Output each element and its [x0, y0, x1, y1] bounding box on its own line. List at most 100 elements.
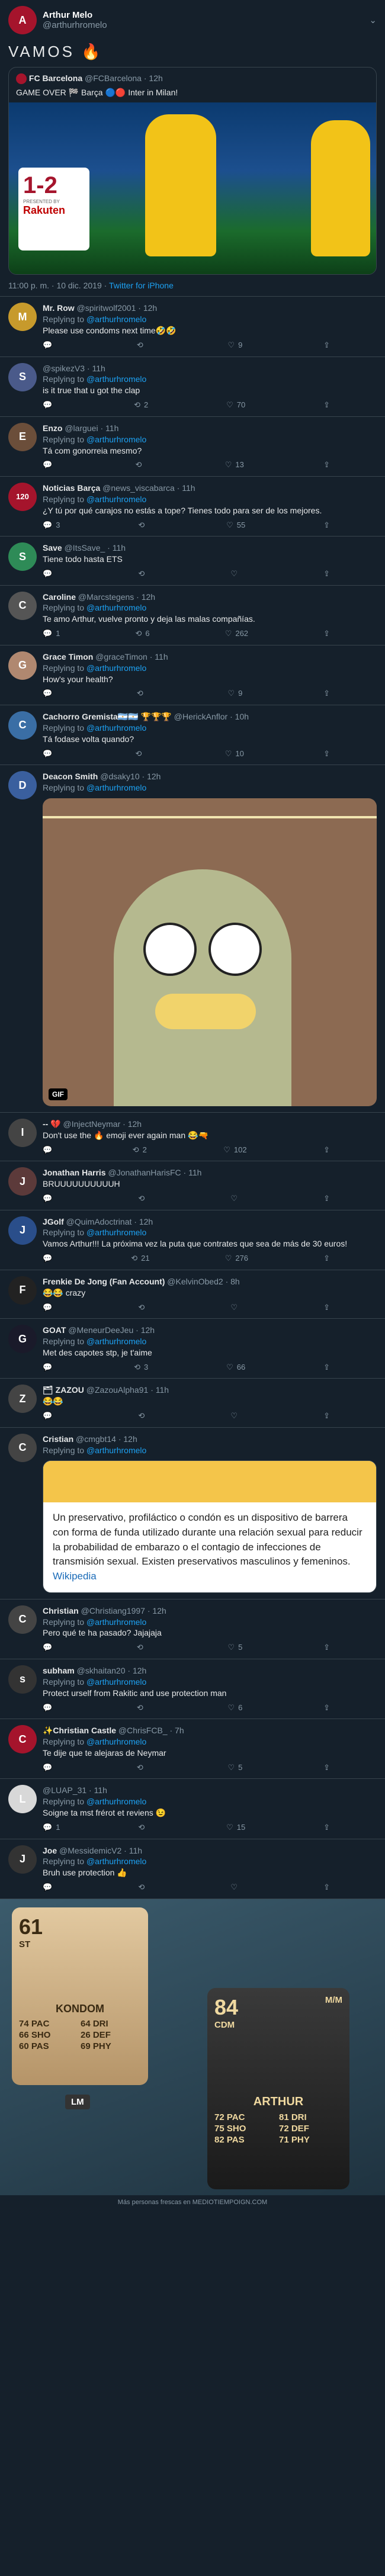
reply-author-name[interactable]: Deacon Smith	[43, 772, 98, 781]
avatar[interactable]: I	[8, 1118, 37, 1147]
share-button[interactable]: ⇪	[323, 749, 330, 759]
avatar[interactable]: D	[8, 771, 37, 800]
mention-link[interactable]: @arthurhromelo	[86, 663, 146, 673]
reply-button[interactable]: 💬	[43, 1642, 56, 1653]
reply-author-name[interactable]: ✨Christian Castle	[43, 1726, 116, 1735]
share-button[interactable]: ⇪	[323, 628, 330, 639]
reply-author-name[interactable]: JGolf	[43, 1217, 64, 1226]
retweet-button[interactable]: ⟲	[138, 1882, 148, 1893]
reply-author-handle[interactable]: @KelvinObed2	[167, 1277, 223, 1286]
mention-link[interactable]: @arthurhromelo	[86, 1677, 146, 1687]
mention-link[interactable]: @arthurhromelo	[86, 374, 146, 384]
reply-button[interactable]: 💬 3	[43, 520, 60, 531]
avatar[interactable]: G	[8, 1325, 37, 1354]
reply-author-name[interactable]: Mr. Row	[43, 303, 75, 313]
mention-link[interactable]: @arthurhromelo	[86, 494, 146, 504]
avatar[interactable]: J	[8, 1167, 37, 1196]
like-button[interactable]: ♡ 70	[226, 400, 245, 410]
reply-author-handle[interactable]: @InjectNeymar	[63, 1119, 121, 1129]
share-button[interactable]: ⇪	[323, 1762, 330, 1773]
retweet-button[interactable]: ⟲ 2	[133, 1145, 147, 1155]
share-button[interactable]: ⇪	[323, 1253, 330, 1264]
reply-author-handle[interactable]: @dsaky10	[100, 772, 139, 781]
avatar[interactable]: C	[8, 1433, 37, 1462]
reply-button[interactable]: 💬	[43, 749, 56, 759]
avatar[interactable]: M	[8, 303, 37, 332]
wikipedia-card[interactable]: Un preservativo, profiláctico o condón e…	[43, 1460, 377, 1593]
reply-author-handle[interactable]: @graceTimon	[95, 652, 147, 661]
reply-button[interactable]: 💬	[43, 1253, 56, 1264]
reply-author-handle[interactable]: @spiritwolf2001	[77, 303, 136, 313]
retweet-button[interactable]: ⟲	[138, 520, 148, 531]
reply-button[interactable]: 💬	[43, 1882, 56, 1893]
share-button[interactable]: ⇪	[323, 568, 330, 579]
reply-button[interactable]: 💬	[43, 1193, 56, 1204]
reply-button[interactable]: 💬 1	[43, 628, 60, 639]
avatar[interactable]: C	[8, 1725, 37, 1754]
mention-link[interactable]: @arthurhromelo	[86, 435, 146, 444]
reply-author-handle[interactable]: @ChrisFCB_	[118, 1726, 168, 1735]
reply-button[interactable]: 💬	[43, 1703, 56, 1713]
share-button[interactable]: ⇪	[323, 1362, 330, 1373]
reply-author-handle[interactable]: @skhaitan20	[77, 1666, 126, 1675]
share-button[interactable]: ⇪	[323, 400, 330, 410]
share-button[interactable]: ⇪	[323, 1193, 330, 1204]
share-button[interactable]: ⇪	[323, 460, 330, 470]
retweet-button[interactable]: ⟲ 3	[134, 1362, 148, 1373]
reply-button[interactable]: 💬	[43, 1362, 56, 1373]
reply-button[interactable]: 💬	[43, 340, 56, 351]
reply-author-name[interactable]: Noticias Barça	[43, 483, 100, 493]
avatar[interactable]: J	[8, 1845, 37, 1874]
reply-author-handle[interactable]: @MessidemicV2	[59, 1846, 121, 1855]
reply-author-handle[interactable]: @HerickAnflor	[174, 712, 227, 721]
reply-author-handle[interactable]: @QuimAdoctrinat	[66, 1217, 132, 1226]
retweet-button[interactable]: ⟲ 2	[134, 400, 148, 410]
avatar[interactable]: E	[8, 422, 37, 451]
avatar[interactable]: C	[8, 711, 37, 740]
retweet-button[interactable]: ⟲ 21	[131, 1253, 149, 1264]
like-button[interactable]: ♡	[230, 1193, 241, 1204]
mention-link[interactable]: @arthurhromelo	[86, 1617, 146, 1627]
share-button[interactable]: ⇪	[323, 340, 330, 351]
reply-button[interactable]: 💬	[43, 460, 56, 470]
mention-link[interactable]: @arthurhromelo	[86, 1737, 146, 1746]
chevron-down-icon[interactable]: ⌄	[369, 15, 377, 25]
like-button[interactable]: ♡ 10	[225, 749, 244, 759]
reply-author-name[interactable]: Cachorro Gremista🇦🇷🇦🇷 🏆🏆🏆	[43, 712, 172, 721]
share-button[interactable]: ⇪	[323, 520, 330, 531]
reply-author-handle[interactable]: @ItsSave_	[65, 543, 105, 553]
reply-author-name[interactable]: Grace Timon	[43, 652, 93, 661]
reply-author-name[interactable]: Christian	[43, 1606, 79, 1615]
retweet-button[interactable]: ⟲	[137, 340, 147, 351]
share-button[interactable]: ⇪	[323, 1642, 330, 1653]
reply-author-name[interactable]: GOAT	[43, 1325, 66, 1335]
retweet-button[interactable]: ⟲	[137, 1762, 147, 1773]
reply-button[interactable]: 💬	[43, 1411, 56, 1421]
reply-author-name[interactable]: Cristian	[43, 1434, 73, 1444]
reply-author-handle[interactable]: @Marcstegens	[78, 592, 134, 602]
reply-author-name[interactable]: Save	[43, 543, 62, 553]
reply-button[interactable]: 💬	[43, 1302, 56, 1313]
avatar[interactable]: C	[8, 1605, 37, 1634]
reply-author-handle[interactable]: @LUAP_31	[43, 1785, 86, 1795]
mention-link[interactable]: @arthurhromelo	[86, 603, 146, 612]
reply-button[interactable]: 💬 1	[43, 1822, 60, 1833]
retweet-button[interactable]: ⟲	[138, 1193, 148, 1204]
like-button[interactable]: ♡ 262	[225, 628, 248, 639]
like-button[interactable]: ♡ 9	[228, 340, 243, 351]
retweet-button[interactable]: ⟲	[135, 460, 145, 470]
like-button[interactable]: ♡ 5	[228, 1642, 243, 1653]
reply-author-handle[interactable]: @Christiang1997	[81, 1606, 145, 1615]
like-button[interactable]: ♡ 13	[225, 460, 244, 470]
gif-media[interactable]: GIF	[43, 798, 377, 1106]
like-button[interactable]: ♡ 6	[228, 1703, 243, 1713]
avatar[interactable]: C	[8, 591, 37, 620]
like-button[interactable]: ♡ 5	[228, 1762, 243, 1773]
retweet-button[interactable]: ⟲	[135, 749, 145, 759]
reply-author-handle[interactable]: @news_viscabarca	[102, 483, 175, 493]
avatar[interactable]: F	[8, 1276, 37, 1305]
reply-author-name[interactable]: Frenkie De Jong (Fan Account)	[43, 1277, 165, 1286]
reply-author-name[interactable]: Jonathan Harris	[43, 1168, 106, 1177]
reply-author-name[interactable]: subham	[43, 1666, 75, 1675]
reply-button[interactable]: 💬	[43, 1145, 56, 1155]
